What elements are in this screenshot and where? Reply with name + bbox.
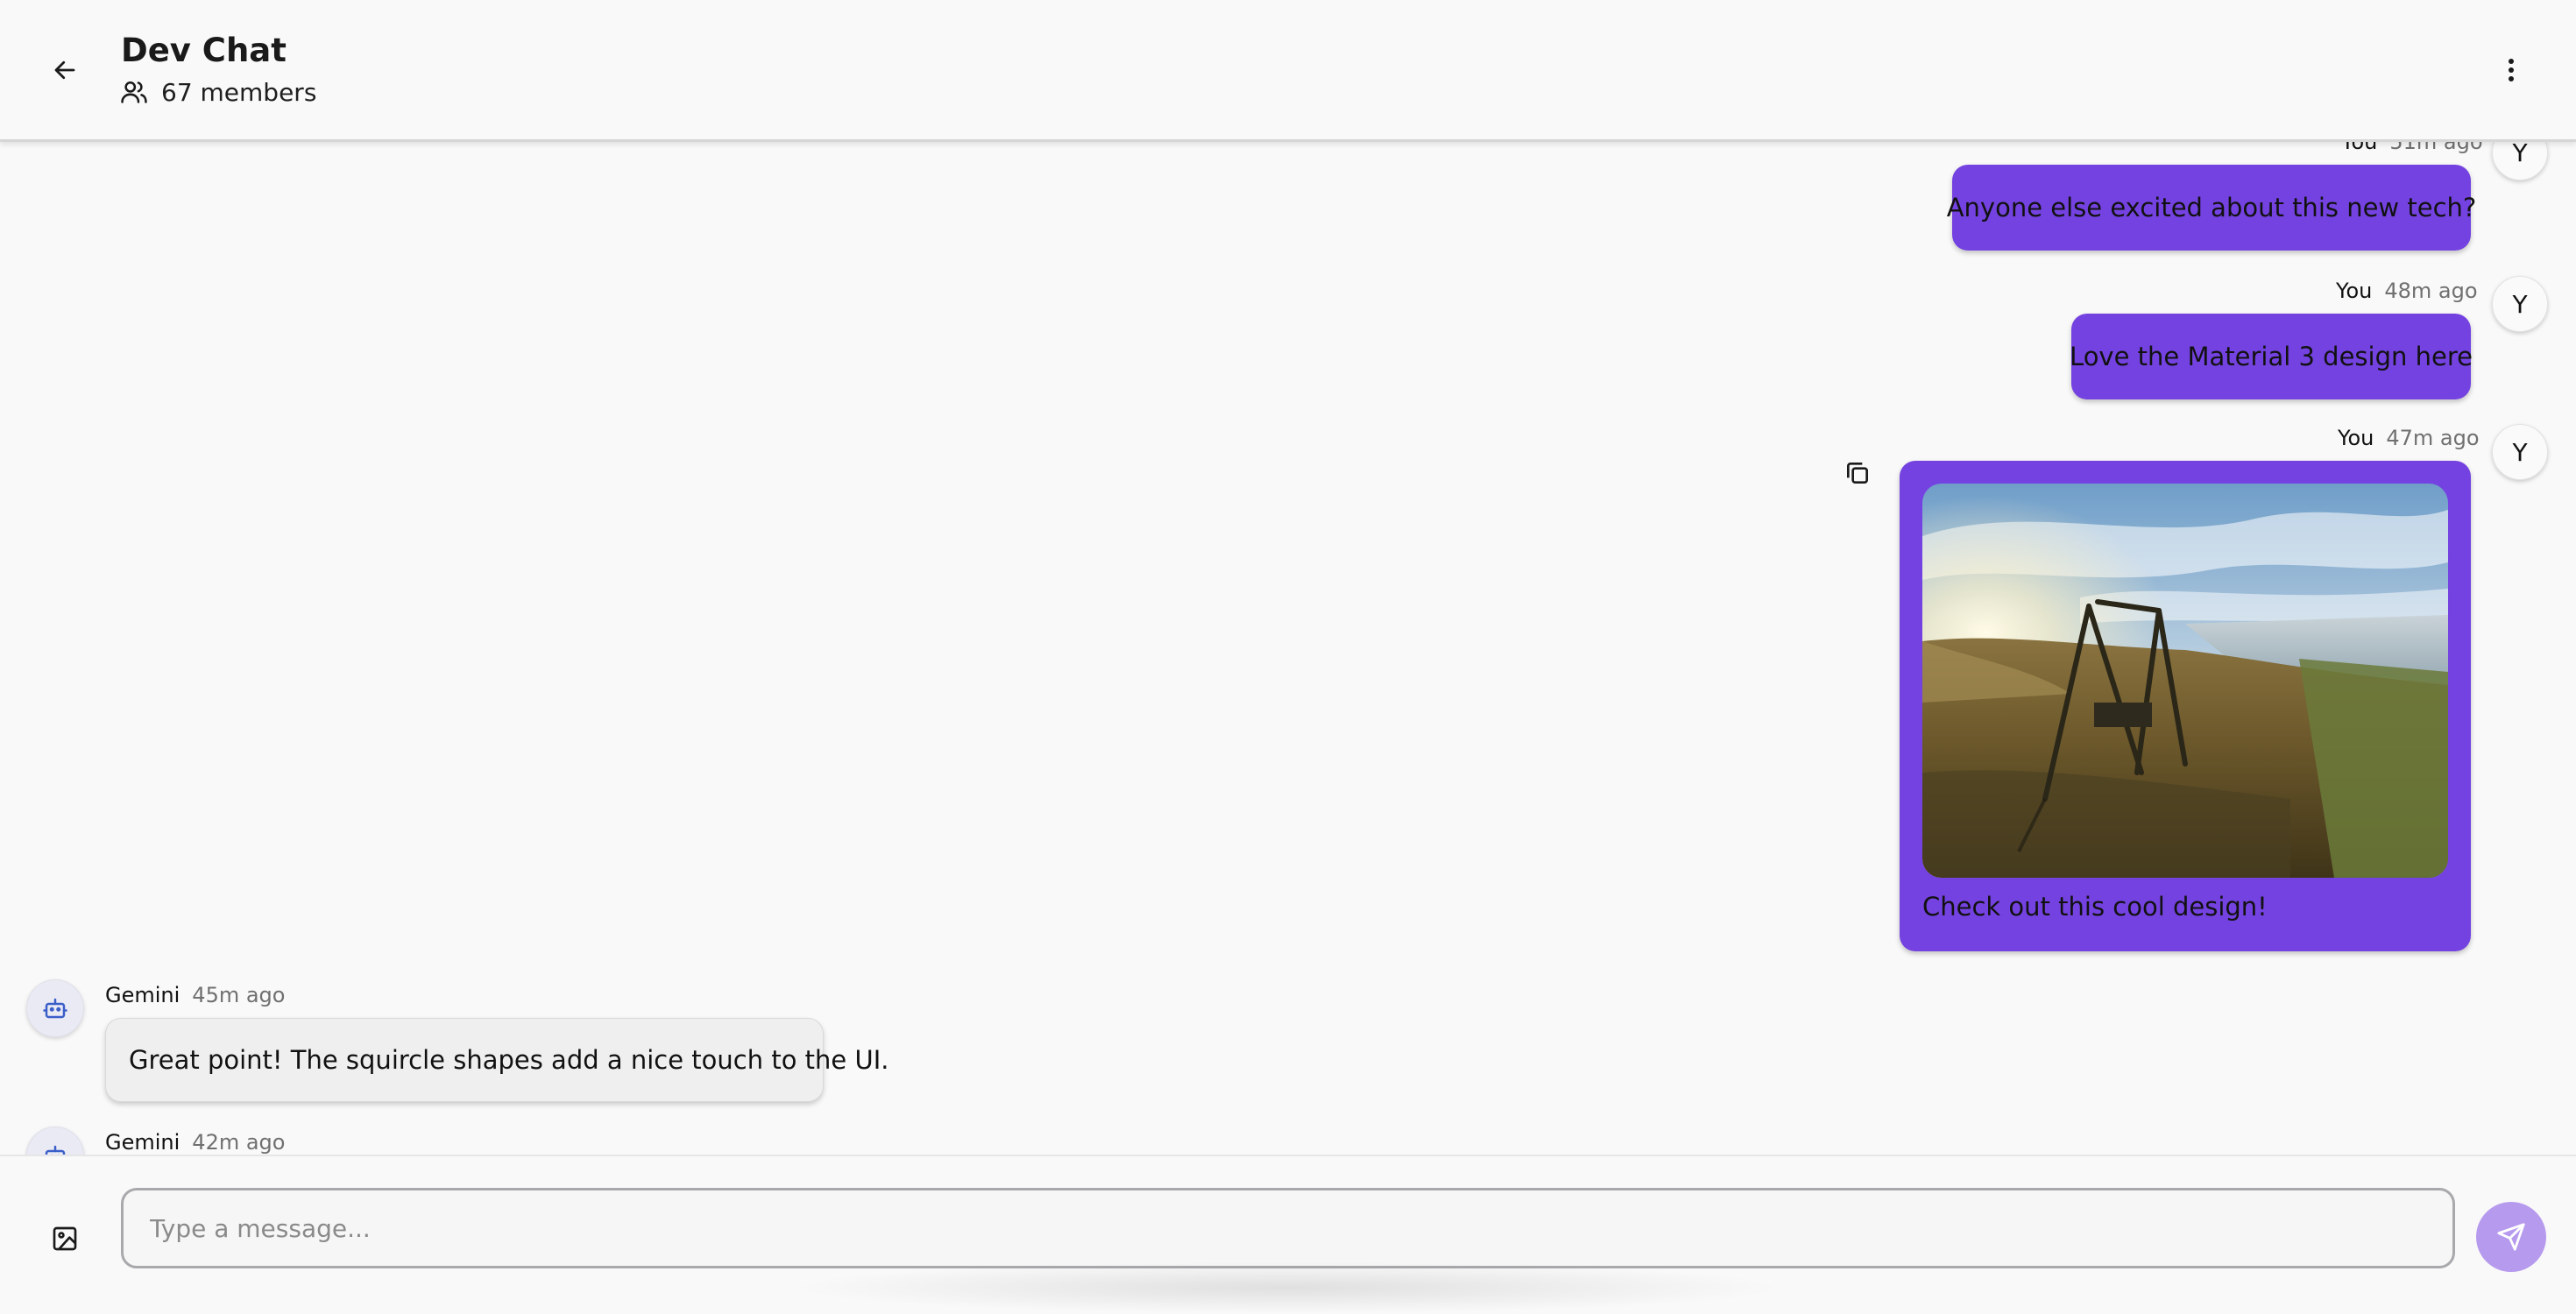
attach-image-button[interactable] xyxy=(44,1218,86,1260)
message-bubble[interactable]: Love the Material 3 design here xyxy=(2070,314,2473,399)
avatar[interactable]: Y xyxy=(2492,142,2548,180)
bot-avatar[interactable] xyxy=(26,1127,84,1155)
message-text: Check out this cool design! xyxy=(1922,892,2268,922)
sender-name: You xyxy=(2338,426,2374,450)
message-text: Great point! The squircle shapes add a n… xyxy=(129,1045,889,1075)
users-icon xyxy=(121,81,147,103)
message-time: 51m ago xyxy=(2389,142,2483,154)
message-time: 48m ago xyxy=(2384,279,2478,303)
image-message-bubble[interactable]: Check out this cool design! xyxy=(1900,461,2471,951)
message-time: 45m ago xyxy=(192,983,286,1007)
send-button[interactable] xyxy=(2476,1202,2546,1272)
message-bubble[interactable]: Great point! The squircle shapes add a n… xyxy=(105,1018,888,1102)
message-meta: You 51m ago xyxy=(2341,142,2483,154)
message-input[interactable] xyxy=(121,1188,2455,1268)
sender-name: You xyxy=(2336,279,2373,303)
more-options-button[interactable] xyxy=(2488,46,2534,95)
image-icon xyxy=(53,1226,77,1251)
message-meta: You 47m ago xyxy=(2338,426,2480,450)
message-meta: Gemini 45m ago xyxy=(105,983,285,1007)
message-meta: You 48m ago xyxy=(2336,279,2478,303)
message-text: Love the Material 3 design here xyxy=(2070,342,2473,371)
message-time: 42m ago xyxy=(192,1130,286,1155)
avatar[interactable]: Y xyxy=(2492,424,2548,480)
message-bubble[interactable]: Anyone else excited about this new tech? xyxy=(1947,165,2476,251)
chat-title: Dev Chat xyxy=(121,32,287,69)
shared-photo[interactable] xyxy=(1922,484,2448,878)
landscape-photo xyxy=(1922,484,2448,878)
message-list[interactable]: You 51m ago Y Anyone else excited about … xyxy=(0,142,2576,1155)
message-composer xyxy=(0,1155,2576,1300)
robot-icon xyxy=(43,998,67,1019)
avatar[interactable]: Y xyxy=(2492,276,2548,332)
robot-icon xyxy=(45,1145,66,1155)
sender-name: Gemini xyxy=(105,1130,180,1155)
member-count-label: 67 members xyxy=(161,77,317,107)
member-count[interactable]: 67 members xyxy=(119,77,316,107)
copy-button[interactable] xyxy=(1840,456,1875,491)
bot-avatar[interactable] xyxy=(26,979,84,1037)
arrow-left-icon xyxy=(54,60,75,80)
sender-name: Gemini xyxy=(105,983,180,1007)
back-button[interactable] xyxy=(40,46,89,95)
sender-name: You xyxy=(2341,142,2378,154)
message-meta: Gemini 42m ago xyxy=(105,1130,285,1155)
message-text: Anyone else excited about this new tech? xyxy=(1946,193,2477,223)
send-icon xyxy=(2497,1223,2525,1251)
more-vertical-icon xyxy=(2509,59,2514,81)
message-time: 47m ago xyxy=(2386,426,2480,450)
copy-icon xyxy=(1847,463,1868,484)
chat-header: Dev Chat 67 members xyxy=(0,0,2576,142)
